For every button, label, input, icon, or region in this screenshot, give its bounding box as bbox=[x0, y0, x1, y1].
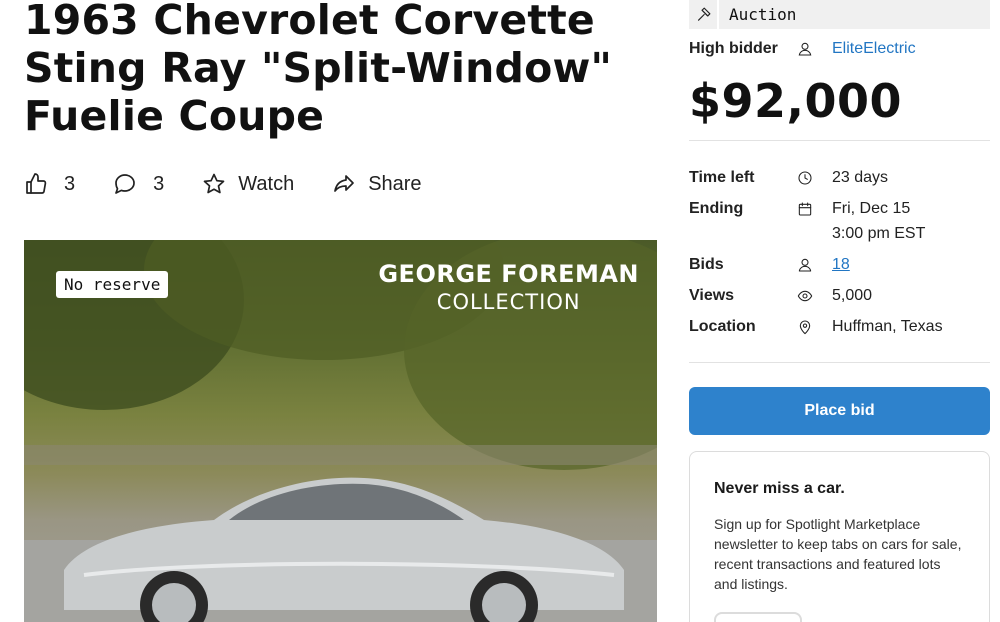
no-reserve-badge: No reserve bbox=[56, 271, 169, 298]
time-left-label: Time left bbox=[689, 169, 755, 186]
gavel-icon bbox=[697, 7, 710, 21]
high-bidder-label: High bidder bbox=[689, 40, 778, 57]
map-pin-icon bbox=[799, 320, 811, 334]
current-bid-price: $92,000 bbox=[689, 74, 903, 128]
star-icon bbox=[203, 173, 225, 194]
bids-row: Bids 18 bbox=[689, 252, 850, 277]
like-count: 3 bbox=[64, 172, 76, 195]
location-row: Location Huffman, Texas bbox=[689, 314, 943, 339]
divider bbox=[689, 140, 990, 141]
clock-icon bbox=[798, 170, 812, 185]
views-label: Views bbox=[689, 287, 735, 304]
comment-count: 3 bbox=[153, 172, 165, 195]
location-value: Huffman, Texas bbox=[832, 318, 943, 335]
newsletter-body: Sign up for Spotlight Marketplace newsle… bbox=[714, 516, 962, 592]
ending-date: Fri, Dec 15 bbox=[832, 200, 911, 217]
location-label: Location bbox=[689, 318, 756, 335]
user-icon bbox=[798, 258, 812, 272]
share-button[interactable]: Share bbox=[332, 172, 422, 196]
ending-value: Fri, Dec 15 3:00 pm EST bbox=[832, 196, 925, 246]
share-icon bbox=[334, 175, 355, 192]
watch-button[interactable]: Watch bbox=[202, 172, 294, 196]
like-button[interactable]: 3 bbox=[24, 172, 75, 196]
newsletter-subscribe-button[interactable] bbox=[714, 612, 802, 622]
listing-actions: 3 3 Watch Share bbox=[24, 168, 460, 200]
listing-photo[interactable]: No reserve GEORGE FOREMAN COLLECTION bbox=[24, 240, 657, 622]
listing-title: 1963 Chevrolet Corvette Sting Ray "Split… bbox=[24, 0, 613, 140]
bids-label: Bids bbox=[689, 256, 724, 273]
watch-label: Watch bbox=[238, 172, 295, 195]
newsletter-heading: Never miss a car. bbox=[714, 480, 845, 497]
ending-row: Ending Fri, Dec 15 3:00 pm EST bbox=[689, 196, 925, 246]
thumbs-up-icon bbox=[26, 173, 47, 194]
views-value: 5,000 bbox=[832, 287, 873, 304]
high-bidder-link[interactable]: EliteElectric bbox=[832, 40, 916, 58]
user-icon bbox=[798, 42, 812, 56]
collection-subtitle: COLLECTION bbox=[436, 290, 581, 314]
place-bid-button[interactable]: Place bid bbox=[689, 387, 990, 435]
collection-name: GEORGE FOREMAN bbox=[378, 260, 639, 288]
eye-icon bbox=[797, 290, 813, 301]
comment-icon bbox=[115, 174, 135, 194]
listing-type-label: Auction bbox=[729, 5, 797, 24]
time-left-row: Time left 23 days bbox=[689, 165, 888, 190]
views-row: Views 5,000 bbox=[689, 283, 872, 308]
bids-count-link[interactable]: 18 bbox=[832, 252, 850, 277]
comments-button[interactable]: 3 bbox=[113, 172, 164, 196]
collection-watermark: GEORGE FOREMAN COLLECTION bbox=[378, 260, 639, 314]
time-left-value: 23 days bbox=[832, 169, 889, 186]
listing-type-chip: Auction bbox=[689, 0, 990, 29]
divider bbox=[689, 362, 990, 363]
calendar-icon bbox=[798, 201, 812, 216]
ending-time: 3:00 pm EST bbox=[832, 225, 926, 242]
newsletter-card: Never miss a car. Sign up for Spotlight … bbox=[689, 451, 990, 622]
high-bidder-row: High bidder EliteElectric bbox=[689, 38, 916, 60]
ending-label: Ending bbox=[689, 200, 744, 217]
share-label: Share bbox=[368, 172, 422, 195]
